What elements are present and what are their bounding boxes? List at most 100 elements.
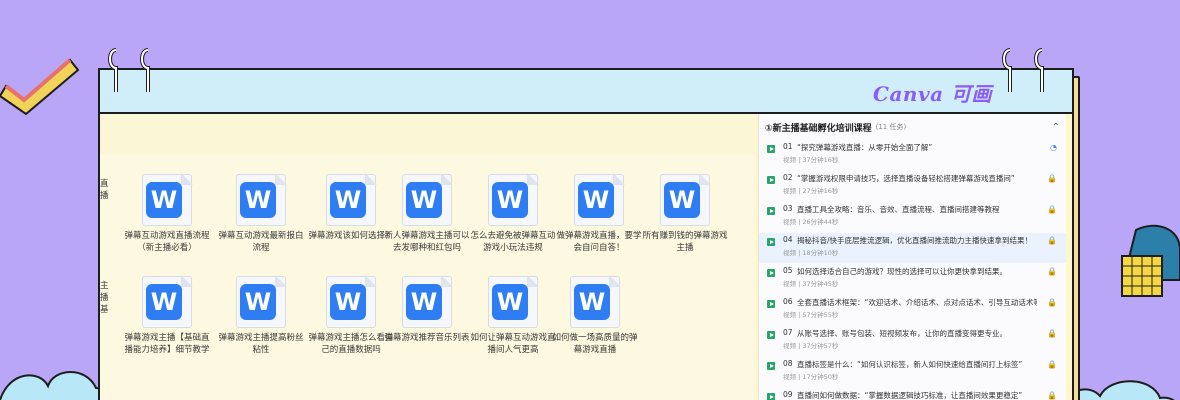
cloud-decoration [0,371,110,400]
lock-icon: 🔒 [1047,360,1057,369]
word-doc-icon: W [488,173,539,226]
lesson-number: 03 [783,204,793,213]
grid-block-decoration [1121,224,1180,297]
play-icon [767,362,775,370]
file-item[interactable]: W 弹幕游戏主播【基础直播能力培养】细节教学 [122,275,212,356]
lock-icon: 🔒 [1047,329,1057,338]
word-doc-icon: W [402,275,453,328]
file-name: 弹幕互动游戏最新报白流程 [218,231,304,253]
word-doc-icon: W [236,275,287,328]
play-icon [767,269,775,277]
file-item[interactable]: W 做弹幕游戏直播，要学会自问自答！ [554,173,644,254]
binder-rings-icon [1002,48,1044,92]
lesson-item[interactable]: 09直播间如何做数据：“掌握数据逻辑技巧标准，让直播间效果更稳定”视频 | 32… [759,388,1066,400]
lesson-item[interactable]: 02 “掌握游戏权限申请技巧，选择直播设备轻松搭建弹幕游戏直播间” 视频 | 27分… [759,171,1066,201]
chevron-up-icon[interactable]: ⌃ [1052,122,1060,133]
lesson-meta: 视频 | 37分钟57秒 [783,342,839,350]
lesson-meta: 视频 | 18分钟10秒 [783,249,839,257]
file-name: 所有赚到钱的弹幕游戏主播 [642,231,728,253]
word-doc-icon: W [660,173,711,226]
word-doc-icon: W [142,275,193,328]
checkmark-decoration [0,58,80,116]
lesson-meta: 视频 | 17分钟50秒 [783,373,839,381]
lesson-title: 如何选择适合自己的游戏？现性的选择可以让你更快拿到结果。 [797,267,1007,276]
presentation-board: Canva 可画 W 弹幕互动游戏直播流程（新主播必看） W 弹幕互动游戏最新报白流程… [98,68,1074,400]
lesson-meta: 视频 | 27分钟16秒 [783,187,839,195]
play-icon [767,176,775,184]
lesson-item[interactable]: 01 “探究弹幕游戏直播：从零开始全面了解” 视频 | 37分钟16秒 ◔ [759,140,1066,170]
file-name: 如何让弹幕互动游戏直播间人气更高 [470,333,556,355]
course-header[interactable]: ①新主播基础孵化培训课程 (11 任务) ⌃ [759,114,1066,140]
word-doc-icon: W [570,275,621,328]
lesson-number: 01 [783,142,793,151]
lesson-title: 直播工具全攻略：音乐、音效、直播流程、直播间搭建等教程 [797,205,1000,214]
lesson-item[interactable]: 05 如何选择适合自己的游戏？现性的选择可以让你更快拿到结果。视频 | 37分钟4… [759,264,1066,294]
partial-file-label: 直播 [100,179,109,201]
loading-icon: ◔ [1050,143,1057,152]
lesson-title: 全套直播话术框架：“欢迎话术、介绍话术、点对点话术、引导互动话术等” [797,298,1037,307]
file-item[interactable]: W 弹幕互动游戏直播流程（新主播必看） [122,173,212,254]
lesson-meta: 视频 | 57分钟55秒 [783,311,839,319]
lock-icon: 🔒 [1047,174,1057,183]
lesson-item[interactable]: 03 直播工具全攻略：音乐、音效、直播流程、直播间搭建等教程视频 | 26分钟44… [759,202,1066,232]
binder-rings-icon [108,48,150,92]
file-name: 如何做一场高质量的弹幕游戏直播 [552,333,638,355]
course-panel: ①新主播基础孵化培训课程 (11 任务) ⌃ 01 “探究弹幕游戏直播：从零开始全… [758,114,1066,400]
lock-icon: 🔒 [1047,236,1057,245]
file-item[interactable]: W 所有赚到钱的弹幕游戏主播 [640,173,730,254]
word-doc-icon: W [236,173,287,226]
lesson-item[interactable]: 04 揭秘抖音/快手底层推流逻辑，优化直播间推流助力主播快速拿到结果！ 视频 | 1… [759,233,1066,263]
lesson-title: “探究弹幕游戏直播：从零开始全面了解” [797,143,933,152]
play-icon [767,300,775,308]
word-doc-icon: W [326,173,377,226]
file-item[interactable]: W 如何做一场高质量的弹幕游戏直播 [550,275,640,356]
play-icon [767,145,775,153]
file-grid: W 弹幕互动游戏直播流程（新主播必看） W 弹幕互动游戏最新报白流程 W 弹幕游戏该如何选… [100,114,755,400]
partial-file-label: 主播基 [100,281,109,315]
lesson-title: “掌握游戏权限申请技巧，选择直播设备轻松搭建弹幕游戏直播间” [797,174,1015,183]
lesson-meta: 视频 | 37分钟45秒 [783,280,839,288]
lesson-number: 07 [783,328,793,337]
file-name: 弹幕互动游戏直播流程（新主播必看） [124,231,210,253]
file-item[interactable]: W 新人弹幕游戏主播可以去发哪种和红包吗 [382,173,472,254]
lesson-title: 揭秘抖音/快手底层推流逻辑，优化直播间推流助力主播快速拿到结果！ [797,236,1033,245]
file-name: 弹幕游戏推荐音乐列表 [384,333,470,343]
word-doc-icon: W [574,173,625,226]
lesson-title: 直播标签是什么：“如何认识标签，新人如何快速给直播间打上标签” [797,360,1023,369]
lesson-number: 04 [783,235,793,244]
file-name: 怎么去避免被弹幕互动游戏小玩法违规 [470,231,556,253]
lesson-item[interactable]: 06 全套直播话术框架：“欢迎话术、介绍话术、点对点话术、引导互动话术等” 视频 |… [759,295,1066,325]
file-name: 弹幕游戏主播【基础直播能力培养】细节教学 [124,333,210,355]
lesson-number: 05 [783,266,793,275]
lesson-number: 08 [783,359,793,368]
lesson-number: 02 [783,173,793,182]
file-item[interactable]: W 弹幕游戏主播提高粉丝粘性 [216,275,306,356]
file-name: 弹幕游戏主播提高粉丝粘性 [218,333,304,355]
file-name: 做弹幕游戏直播，要学会自问自答！ [556,231,642,253]
lock-icon: 🔒 [1047,267,1057,276]
lock-icon: 🔒 [1047,205,1057,214]
lock-icon: 🔒 [1047,298,1057,307]
word-doc-icon: W [488,275,539,328]
lesson-number: 06 [783,297,793,306]
file-item[interactable]: W 弹幕游戏推荐音乐列表 [382,275,472,344]
lesson-item[interactable]: 07 从账号选择、账号包装、短视频发布，让你的直播变得更专业。 视频 | 37分钟5… [759,326,1066,356]
play-icon [767,207,775,215]
play-icon [767,331,775,339]
word-doc-icon: W [326,275,377,328]
brand-logo: Canva 可画 [873,82,992,106]
board-header: Canva 可画 [100,70,1072,114]
file-item[interactable]: W 怎么去避免被弹幕互动游戏小玩法违规 [468,173,558,254]
file-item[interactable]: W 弹幕互动游戏最新报白流程 [216,173,306,254]
play-icon [767,238,775,246]
file-name: 新人弹幕游戏主播可以去发哪种和红包吗 [384,231,470,253]
lesson-number: 09 [783,390,793,399]
file-item[interactable]: W 如何让弹幕互动游戏直播间人气更高 [468,275,558,356]
lesson-item[interactable]: 08 直播标签是什么：“如何认识标签，新人如何快速给直播间打上标签” 视频 | 17… [759,357,1066,387]
word-doc-icon: W [402,173,453,226]
word-doc-icon: W [142,173,193,226]
course-task-count: (11 任务) [875,123,907,131]
play-icon [767,393,775,400]
lock-icon: 🔒 [1047,391,1057,400]
lesson-meta: 视频 | 26分钟44秒 [783,218,839,226]
